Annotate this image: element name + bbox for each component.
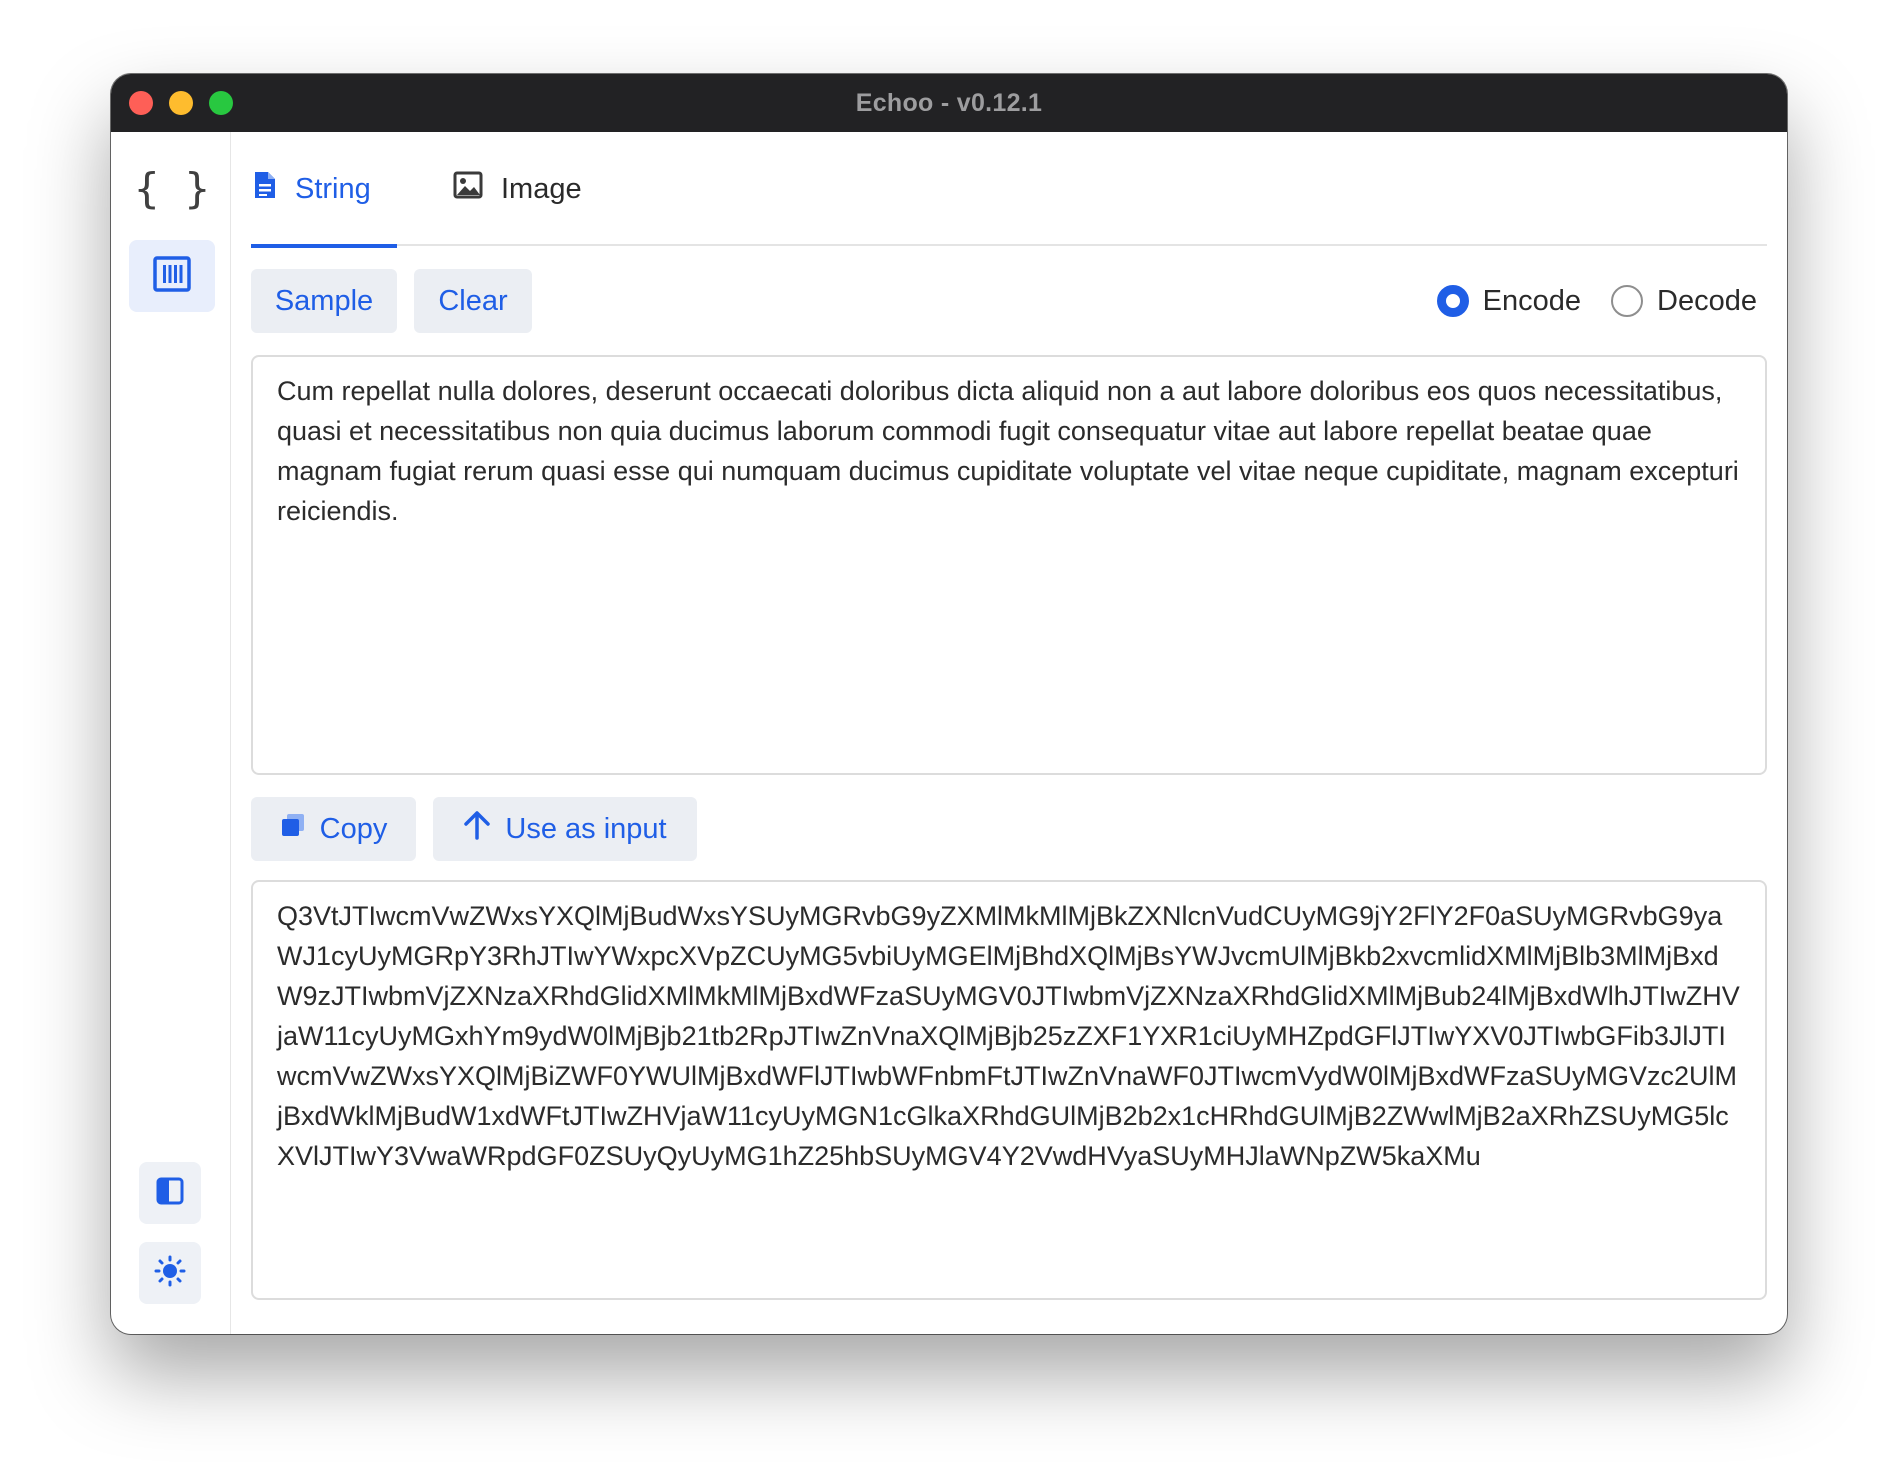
layout-toggle-button[interactable]: [139, 1162, 201, 1224]
braces-icon: { }: [134, 163, 210, 213]
tab-image[interactable]: Image: [453, 132, 582, 246]
sample-button[interactable]: Sample: [251, 269, 397, 333]
output-textarea[interactable]: Q3VtJTIwcmVwZWxsYXQlMjBudWxsYSUyMGRvbG9y…: [251, 880, 1767, 1300]
encode-label: Encode: [1482, 284, 1582, 317]
sun-icon: [154, 1255, 186, 1292]
use-as-input-button[interactable]: Use as input: [433, 797, 697, 861]
radio-unselected-icon[interactable]: [1611, 285, 1644, 317]
input-textarea[interactable]: Cum repellat nulla dolores, deserunt occ…: [251, 355, 1767, 775]
sidebar: { }: [111, 132, 231, 1334]
document-icon: [253, 170, 277, 208]
sidebar-item-json[interactable]: { }: [129, 152, 215, 224]
copy-label: Copy: [319, 812, 388, 845]
theme-toggle-button[interactable]: [139, 1242, 201, 1304]
close-window-button[interactable]: [129, 91, 153, 115]
zoom-window-button[interactable]: [209, 91, 233, 115]
use-as-input-label: Use as input: [505, 812, 667, 845]
decode-label: Decode: [1657, 284, 1757, 317]
mode-radio-group: Encode Decode: [1436, 269, 1757, 333]
sidebar-layout-icon: [156, 1177, 184, 1210]
image-icon: [453, 171, 483, 207]
tab-string-label: String: [295, 172, 371, 205]
window-title: Echoo - v0.12.1: [855, 88, 1043, 117]
minimize-window-button[interactable]: [169, 91, 193, 115]
app-window: Echoo - v0.12.1 { } String Image Sample …: [111, 74, 1787, 1334]
encode-radio[interactable]: Encode: [1436, 284, 1582, 318]
radio-selected-icon[interactable]: [1436, 285, 1469, 317]
title-bar[interactable]: Echoo - v0.12.1: [111, 74, 1787, 132]
barcode-icon: [153, 255, 191, 298]
copy-button[interactable]: Copy: [251, 797, 416, 861]
clear-button[interactable]: Clear: [414, 269, 532, 333]
tab-string[interactable]: String: [251, 132, 397, 248]
tab-image-label: Image: [501, 172, 582, 205]
tab-bar: String Image: [251, 132, 1767, 248]
copy-icon: [280, 812, 306, 846]
decode-radio[interactable]: Decode: [1611, 285, 1757, 318]
window-controls: [129, 91, 233, 115]
sidebar-item-encoder[interactable]: [129, 240, 215, 312]
arrow-up-icon: [463, 810, 491, 848]
